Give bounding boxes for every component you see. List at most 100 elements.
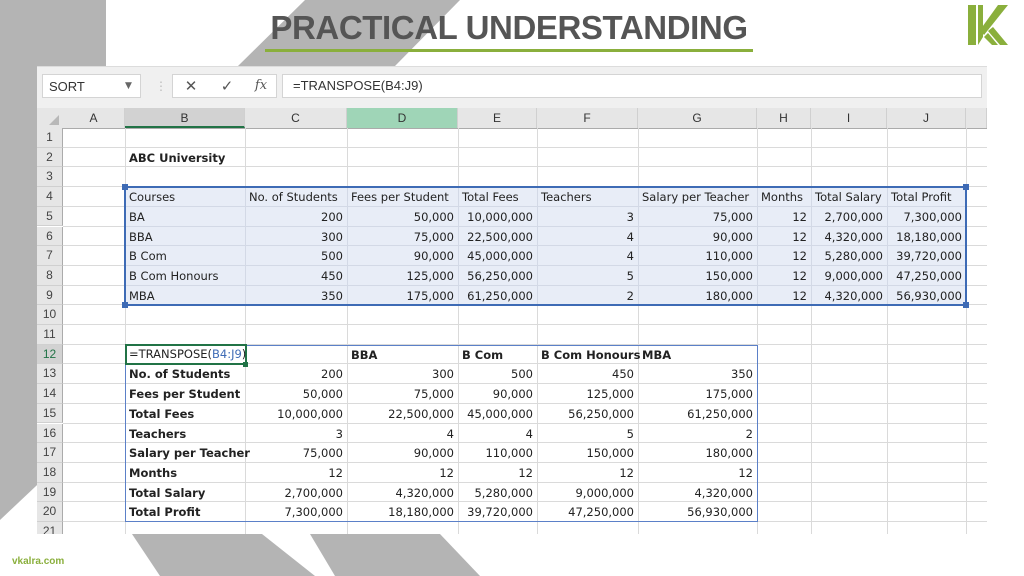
- row-header-5[interactable]: 5: [37, 206, 63, 227]
- transposed-data-cell[interactable]: 4,320,000: [347, 483, 458, 503]
- transposed-data-cell[interactable]: 90,000: [458, 384, 537, 404]
- transposed-label-cell[interactable]: Fees per Student: [125, 384, 245, 404]
- transposed-data-cell[interactable]: 12: [245, 463, 347, 483]
- transposed-data-cell[interactable]: 450: [537, 364, 638, 384]
- row-header-8[interactable]: 8: [37, 265, 63, 286]
- transposed-data-cell[interactable]: 12: [347, 463, 458, 483]
- transposed-data-cell[interactable]: 12: [638, 463, 757, 483]
- source-header-cell[interactable]: Teachers: [537, 187, 638, 207]
- row-header-6[interactable]: 6: [37, 226, 63, 247]
- source-data-cell[interactable]: 90,000: [638, 227, 757, 247]
- transposed-label-cell[interactable]: Total Fees: [125, 404, 245, 424]
- source-data-cell[interactable]: 9,000,000: [811, 266, 887, 286]
- transposed-data-cell[interactable]: 47,250,000: [537, 502, 638, 522]
- source-data-cell[interactable]: 75,000: [638, 207, 757, 227]
- source-data-cell[interactable]: 56,930,000: [887, 286, 966, 306]
- column-header-e[interactable]: E: [458, 108, 537, 128]
- source-header-cell[interactable]: No. of Students: [245, 187, 347, 207]
- transposed-data-cell[interactable]: 22,500,000: [347, 404, 458, 424]
- source-data-cell[interactable]: 18,180,000: [887, 227, 966, 247]
- transposed-data-cell[interactable]: 3: [245, 424, 347, 444]
- chevron-down-icon[interactable]: ▼: [125, 74, 132, 98]
- row-header-17[interactable]: 17: [37, 443, 63, 463]
- source-data-cell[interactable]: 50,000: [347, 207, 458, 227]
- transposed-data-cell[interactable]: 2,700,000: [245, 483, 347, 503]
- transposed-data-cell[interactable]: 7,300,000: [245, 502, 347, 522]
- transposed-data-cell[interactable]: 45,000,000: [458, 404, 537, 424]
- source-data-cell[interactable]: 12: [757, 266, 811, 286]
- transposed-label-cell[interactable]: Total Salary: [125, 483, 245, 503]
- transposed-data-cell[interactable]: 12: [458, 463, 537, 483]
- transposed-label-cell[interactable]: Total Profit: [125, 502, 245, 522]
- transposed-data-cell[interactable]: 75,000: [347, 384, 458, 404]
- source-data-cell[interactable]: 12: [757, 207, 811, 227]
- transposed-data-cell[interactable]: 18,180,000: [347, 502, 458, 522]
- transposed-data-cell[interactable]: 12: [537, 463, 638, 483]
- transposed-data-cell[interactable]: 50,000: [245, 384, 347, 404]
- row-header-14[interactable]: 14: [37, 384, 63, 404]
- transposed-data-cell[interactable]: 61,250,000: [638, 404, 757, 424]
- source-data-cell[interactable]: B Com: [125, 246, 245, 266]
- transposed-header-cell[interactable]: BBA: [347, 345, 458, 365]
- formula-input[interactable]: =TRANSPOSE(B4:J9): [282, 74, 982, 98]
- source-data-cell[interactable]: 45,000,000: [458, 246, 537, 266]
- source-data-cell[interactable]: 39,720,000: [887, 246, 966, 266]
- transposed-header-cell[interactable]: B Com Honours: [537, 345, 640, 365]
- transposed-label-cell[interactable]: Salary per Teacher: [125, 443, 250, 463]
- source-data-cell[interactable]: 12: [757, 286, 811, 306]
- row-header-11[interactable]: 11: [37, 325, 63, 345]
- check-icon[interactable]: ✓: [215, 75, 239, 97]
- row-header-1[interactable]: 1: [37, 128, 63, 148]
- source-data-cell[interactable]: 200: [245, 207, 347, 227]
- column-header-b[interactable]: B: [125, 108, 245, 128]
- transposed-data-cell[interactable]: 110,000: [458, 443, 537, 463]
- transposed-data-cell[interactable]: 175,000: [638, 384, 757, 404]
- column-header-c[interactable]: C: [245, 108, 347, 128]
- source-data-cell[interactable]: 5,280,000: [811, 246, 887, 266]
- source-data-cell[interactable]: 5: [537, 266, 638, 286]
- column-header-d[interactable]: D: [347, 108, 458, 128]
- source-header-cell[interactable]: Total Fees: [458, 187, 537, 207]
- row-header-20[interactable]: 20: [37, 502, 63, 522]
- transposed-data-cell[interactable]: 200: [245, 364, 347, 384]
- transposed-data-cell[interactable]: 56,930,000: [638, 502, 757, 522]
- source-data-cell[interactable]: 12: [757, 227, 811, 247]
- source-data-cell[interactable]: 10,000,000: [458, 207, 537, 227]
- transposed-data-cell[interactable]: 180,000: [638, 443, 757, 463]
- transposed-data-cell[interactable]: 4: [347, 424, 458, 444]
- transposed-data-cell[interactable]: 75,000: [245, 443, 347, 463]
- row-header-4[interactable]: 4: [37, 187, 63, 207]
- transposed-data-cell[interactable]: 90,000: [347, 443, 458, 463]
- source-data-cell[interactable]: 2,700,000: [811, 207, 887, 227]
- source-data-cell[interactable]: 3: [537, 207, 638, 227]
- source-header-cell[interactable]: Total Profit: [887, 187, 966, 207]
- source-data-cell[interactable]: 150,000: [638, 266, 757, 286]
- grip-icon[interactable]: ⋮: [155, 77, 167, 95]
- source-data-cell[interactable]: 90,000: [347, 246, 458, 266]
- transposed-header-cell[interactable]: B Com: [458, 345, 537, 365]
- transposed-label-cell[interactable]: Teachers: [125, 424, 245, 444]
- source-data-cell[interactable]: 4: [537, 246, 638, 266]
- source-header-cell[interactable]: Salary per Teacher: [638, 187, 757, 207]
- source-data-cell[interactable]: 180,000: [638, 286, 757, 306]
- source-data-cell[interactable]: 75,000: [347, 227, 458, 247]
- source-header-cell[interactable]: Total Salary: [811, 187, 887, 207]
- row-header-10[interactable]: 10: [37, 305, 63, 325]
- row-header-18[interactable]: 18: [37, 462, 63, 483]
- transposed-data-cell[interactable]: 125,000: [537, 384, 638, 404]
- active-cell-editor[interactable]: =TRANSPOSE(B4:J9): [125, 343, 247, 366]
- row-header-16[interactable]: 16: [37, 423, 63, 444]
- source-data-cell[interactable]: 2: [537, 286, 638, 306]
- source-data-cell[interactable]: 350: [245, 286, 347, 306]
- row-header-13[interactable]: 13: [37, 364, 63, 385]
- source-data-cell[interactable]: 4,320,000: [811, 227, 887, 247]
- transposed-data-cell[interactable]: 4,320,000: [638, 483, 757, 503]
- transposed-data-cell[interactable]: 56,250,000: [537, 404, 638, 424]
- source-data-cell[interactable]: 61,250,000: [458, 286, 537, 306]
- transposed-data-cell[interactable]: 10,000,000: [245, 404, 347, 424]
- source-data-cell[interactable]: 47,250,000: [887, 266, 966, 286]
- source-data-cell[interactable]: 175,000: [347, 286, 458, 306]
- select-all-button[interactable]: [37, 108, 63, 128]
- column-header-extra[interactable]: [966, 108, 987, 128]
- transposed-data-cell[interactable]: 5: [537, 424, 638, 444]
